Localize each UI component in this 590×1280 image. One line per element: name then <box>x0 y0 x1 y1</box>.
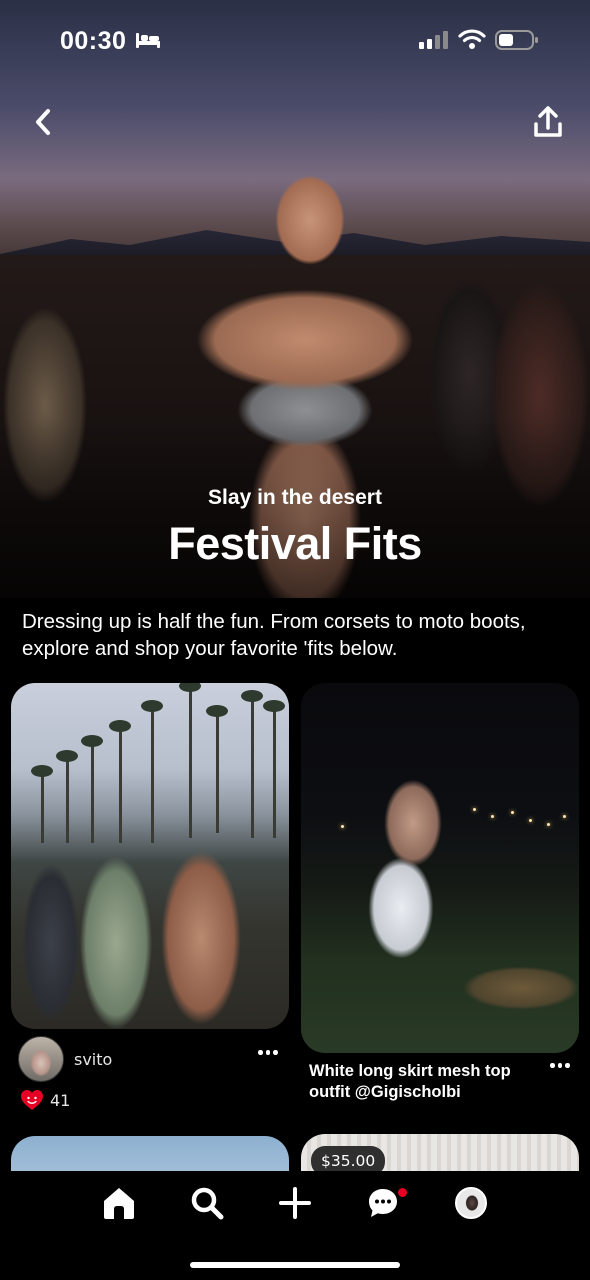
palm-tree <box>179 683 201 838</box>
pin-image-1[interactable] <box>11 683 289 1029</box>
palm-tree <box>81 735 103 843</box>
pin-1-more-button[interactable] <box>258 1050 278 1055</box>
status-time: 00:30 <box>60 27 127 55</box>
bed-icon <box>136 33 160 48</box>
nav-home[interactable] <box>94 1183 144 1223</box>
hero-kicker: Slay in the desert <box>208 486 382 509</box>
search-icon <box>191 1187 224 1220</box>
collection-description: Dressing up is half the fun. From corset… <box>22 610 526 660</box>
notification-dot <box>398 1188 407 1197</box>
pin-likes[interactable]: 41 <box>20 1089 70 1111</box>
chevron-left-icon <box>36 109 50 135</box>
more-horizontal-icon <box>258 1050 278 1055</box>
wifi-icon <box>458 29 486 49</box>
pin-image-2[interactable] <box>301 683 579 1053</box>
palm-tree <box>263 700 285 838</box>
avatar[interactable] <box>18 1036 64 1082</box>
profile-avatar <box>455 1187 487 1219</box>
author-name[interactable]: svito <box>74 1050 112 1069</box>
nav-search[interactable] <box>182 1183 232 1223</box>
home-indicator <box>190 1262 400 1268</box>
battery-icon <box>495 30 538 50</box>
palm-tree <box>141 700 163 843</box>
cellular-signal-icon <box>419 31 448 49</box>
page-title: Festival Fits <box>168 518 422 569</box>
nav-create[interactable] <box>270 1183 320 1223</box>
heart-icon <box>21 1090 43 1110</box>
share-icon <box>534 106 562 137</box>
likes-count: 41 <box>50 1090 71 1110</box>
pin-author[interactable]: svito <box>18 1036 112 1082</box>
more-horizontal-icon <box>550 1063 570 1068</box>
palm-tree <box>56 750 78 843</box>
nav-profile[interactable] <box>446 1183 496 1223</box>
palm-tree <box>206 705 228 833</box>
plus-icon <box>279 1187 311 1219</box>
status-bar: 00:30 <box>0 0 590 80</box>
palm-tree <box>241 690 263 838</box>
chat-bubble-icon <box>369 1189 397 1217</box>
home-icon <box>104 1188 134 1219</box>
pin-2-more-button[interactable] <box>550 1063 570 1068</box>
palm-tree <box>31 765 53 843</box>
share-button[interactable] <box>530 104 566 140</box>
palm-tree <box>109 720 131 843</box>
back-button[interactable] <box>26 104 60 140</box>
pin-title[interactable]: White long skirt mesh top outfit @Gigisc… <box>309 1061 539 1103</box>
